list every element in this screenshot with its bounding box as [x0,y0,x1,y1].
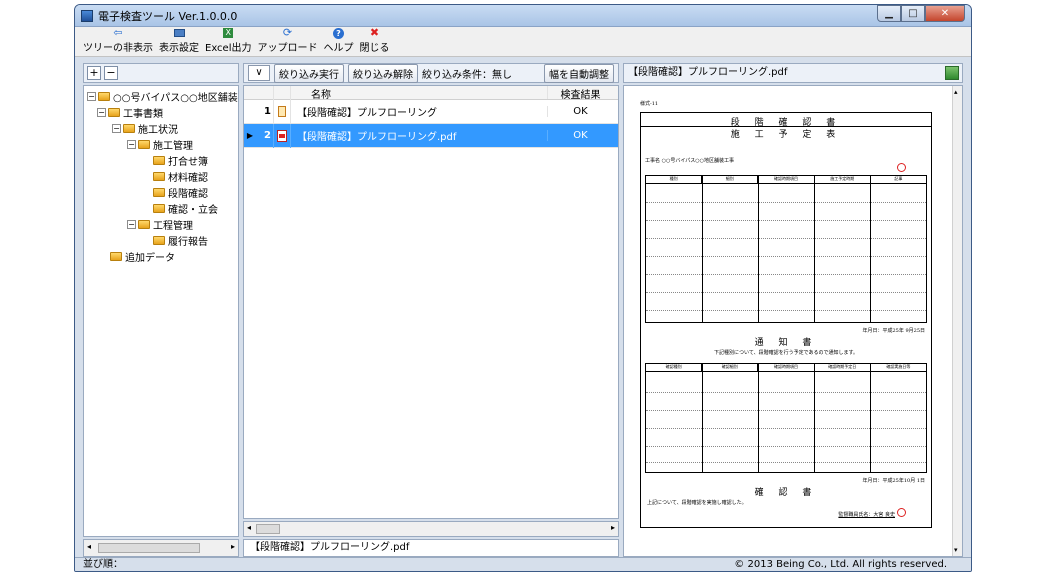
folder-icon [110,251,122,261]
row-pointer-icon: ▶ [246,131,254,140]
folder-icon [123,123,135,133]
window-title: 電子検査ツール Ver.1.0.0.0 [98,9,238,23]
copyright-text: © 2013 Being Co., Ltd. All rights reserv… [734,559,947,570]
column-header-result[interactable]: 検査結果 [547,86,613,101]
hide-tree-button[interactable]: ⇦ ツリーの非表示 [83,27,153,56]
collapse-icon[interactable]: − [127,139,136,149]
table-row-selected[interactable]: ▶ 2 【段階確認】プルフローリング.pdf OK [244,123,618,148]
tree-node-meeting-log[interactable]: 打合せ簿 [153,152,208,168]
seal-stamp [897,508,906,517]
grid-horizontal-scrollbar[interactable]: ◂ ▸ [243,521,619,537]
seal-stamp [897,163,906,172]
tree-node-construction-mgmt[interactable]: − 施工管理 [127,136,193,152]
collapse-icon[interactable]: − [97,107,106,117]
upload-button[interactable]: ⟳ アップロード [258,27,318,56]
expand-all-button[interactable]: + [87,66,101,80]
table-row[interactable]: 1 【段階確認】プルフローリング OK [244,99,618,124]
status-bar: 並び順： © 2013 Being Co., Ltd. All rights r… [75,557,971,571]
column-header-name[interactable]: 名称 [291,86,547,101]
run-filter-button[interactable]: 絞り込み実行 [274,63,344,83]
upload-icon: ⟳ [282,26,293,39]
title-bar[interactable]: 電子検査ツール Ver.1.0.0.0 ▁ □ ✕ [75,5,971,27]
autofit-width-button[interactable]: 幅を自動調整 [544,63,614,83]
tree-node-documents[interactable]: − 工事書類 [97,104,163,120]
preview-pane: 【段階確認】プルフローリング.pdf 様式-11 段 階 確 認 書 施 工 予… [623,63,963,557]
folder-tree: − ○○号バイパス○○地区舗装 − 工事書類 − 施工状況 − 施工管理 打合せ… [83,85,239,537]
app-window: 電子検査ツール Ver.1.0.0.0 ▁ □ ✕ ⇦ ツリーの非表示 表示設定… [74,4,972,572]
open-external-icon[interactable] [945,66,959,80]
tree-node-root[interactable]: − ○○号バイパス○○地区舗装 [87,88,238,104]
close-button[interactable]: ✖ 閉じる [360,27,390,56]
close-window-button[interactable]: ✕ [925,5,965,22]
folder-icon [138,139,150,149]
tree-node-progress-report[interactable]: 履行報告 [153,232,208,248]
display-settings-button[interactable]: 表示設定 [159,27,199,56]
maximize-button[interactable]: □ [901,5,925,22]
clear-filter-button[interactable]: 絞り込み解除 [348,63,418,83]
app-icon [81,9,93,22]
folder-icon [98,91,110,101]
folder-icon [108,107,120,117]
collapse-all-button[interactable]: − [104,66,118,80]
monitor-icon [172,27,186,39]
tree-node-stage-check[interactable]: 段階確認 [153,184,208,200]
tree-node-confirm-witness[interactable]: 確認・立会 [153,200,218,216]
tree-node-construction-status[interactable]: − 施工状況 [112,120,178,136]
filter-condition-label: 絞り込み条件：無し [422,69,512,81]
collapse-icon[interactable]: − [127,219,136,229]
collapse-icon[interactable]: − [112,123,121,133]
tree-node-schedule-mgmt[interactable]: − 工程管理 [127,216,193,232]
file-grid: 名称 検査結果 1 【段階確認】プルフローリング OK ▶ 2 【段階確認】プル… [243,85,619,519]
folder-icon [153,171,165,181]
folder-icon [153,187,165,197]
back-arrow-icon: ⇦ [113,26,123,39]
pdf-icon [277,129,287,142]
help-button[interactable]: ? ヘルプ [324,27,354,56]
collapse-icon[interactable]: − [87,91,96,101]
folder-icon [153,155,165,165]
minimize-button[interactable]: ▁ [877,5,901,22]
help-icon: ? [332,27,346,39]
close-x-icon: ✖ [369,26,380,39]
tree-horizontal-scrollbar[interactable]: ◂ ▸ [83,539,239,557]
pdf-preview[interactable]: 様式-11 段 階 確 認 書 施 工 予 定 表 工事名 ○○号バイパス○○地… [623,85,963,557]
folder-icon [153,203,165,213]
tree-pane: + − − ○○号バイパス○○地区舗装 − 工事書類 − 施工状況 − 施工管理… [83,63,239,557]
tree-node-additional-data[interactable]: 追加データ [110,248,175,264]
file-list-pane: ∨ 絞り込み実行 絞り込み解除 絞り込み条件：無し 幅を自動調整 名称 検査結果… [243,63,619,557]
sort-order-label: 並び順： [83,559,123,570]
preview-title: 【段階確認】プルフローリング.pdf [628,67,788,78]
excel-icon: X [221,27,235,39]
selected-file-label: 【段階確認】プルフローリング.pdf [243,539,619,557]
tree-node-material-check[interactable]: 材料確認 [153,168,208,184]
chevron-down-icon[interactable]: ∨ [248,65,270,81]
folder-icon [138,219,150,229]
document-page: 様式-11 段 階 確 認 書 施 工 予 定 表 工事名 ○○号バイパス○○地… [630,94,960,534]
preview-vertical-scrollbar[interactable]: ▴ ▾ [952,86,962,556]
main-toolbar: ⇦ ツリーの非表示 表示設定 X Excel出力 ⟳ アップロード ? ヘルプ … [75,27,971,57]
excel-export-button[interactable]: X Excel出力 [205,27,252,56]
clipboard-icon [278,106,286,117]
folder-icon [153,235,165,245]
